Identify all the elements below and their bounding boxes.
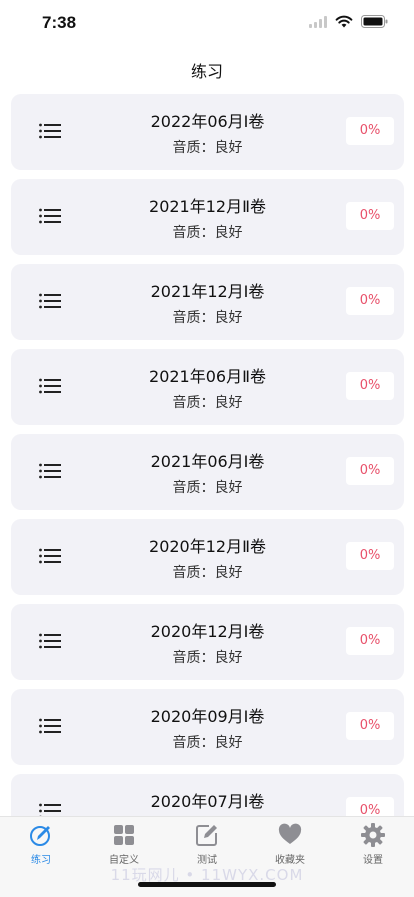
battery-icon [361,15,388,28]
progress-badge[interactable]: 0% [346,117,394,145]
page-title: 练习 [0,58,414,82]
progress-badge[interactable]: 0% [346,627,394,655]
paper-list[interactable]: 2022年06月Ⅰ卷 音质：良好 0% 2021年12月Ⅱ卷 音质：良好 0% … [11,94,404,816]
status-icons [309,15,388,28]
cellular-signal-icon [309,16,327,28]
paper-card[interactable]: 2020年07月Ⅰ卷 音质：良好 0% [11,774,404,816]
gear-icon [361,823,385,847]
paper-card[interactable]: 2021年12月Ⅱ卷 音质：良好 0% [11,179,404,255]
wifi-icon [335,15,353,28]
status-time: 7:38 [42,13,76,33]
progress-badge[interactable]: 0% [346,202,394,230]
status-bar: 7:38 [0,0,414,46]
progress-badge[interactable]: 0% [346,797,394,816]
paper-card[interactable]: 2020年09月Ⅰ卷 音质：良好 0% [11,689,404,765]
paper-card[interactable]: 2022年06月Ⅰ卷 音质：良好 0% [11,94,404,170]
paper-card[interactable]: 2020年12月Ⅰ卷 音质：良好 0% [11,604,404,680]
progress-badge[interactable]: 0% [346,372,394,400]
home-indicator[interactable] [138,882,276,887]
paper-card[interactable]: 2020年12月Ⅱ卷 音质：良好 0% [11,519,404,595]
progress-badge[interactable]: 0% [346,712,394,740]
edit-icon [195,823,219,847]
progress-badge[interactable]: 0% [346,457,394,485]
heart-icon [278,823,302,847]
progress-badge[interactable]: 0% [346,287,394,315]
grid-icon [112,823,136,847]
paper-card[interactable]: 2021年06月Ⅱ卷 音质：良好 0% [11,349,404,425]
pencil-circle-icon [29,823,53,847]
paper-card[interactable]: 2021年12月Ⅰ卷 音质：良好 0% [11,264,404,340]
paper-card[interactable]: 2021年06月Ⅰ卷 音质：良好 0% [11,434,404,510]
progress-badge[interactable]: 0% [346,542,394,570]
